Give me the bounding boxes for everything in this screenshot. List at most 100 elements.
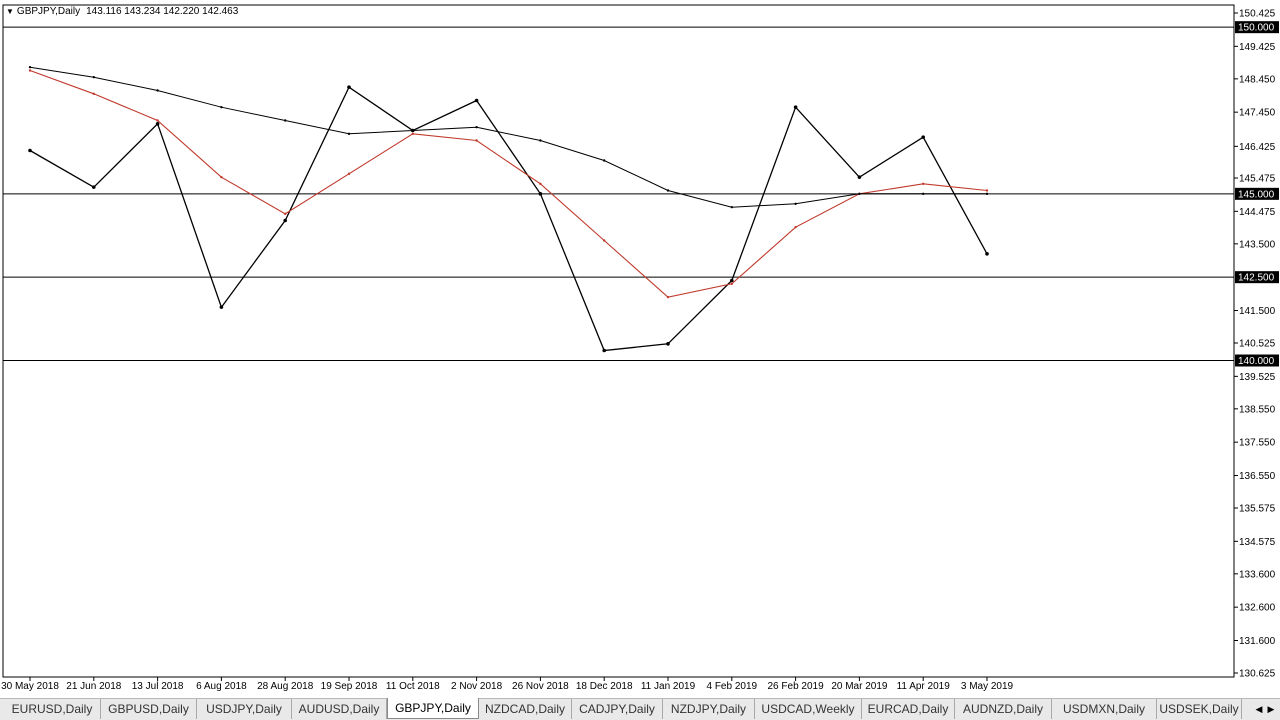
chart-tab[interactable]: NZDJPY,Daily (663, 699, 755, 719)
price-series-point (283, 218, 288, 223)
price-label: 150.425 (1239, 9, 1276, 20)
chart-tab[interactable]: CADJPY,Daily (572, 699, 663, 719)
price-series-point (538, 192, 543, 196)
ma-slow-series-point (666, 189, 670, 192)
ohlc-values: 143.116 143.234 142.220 142.463 (86, 6, 239, 17)
ma-fast-series-point (794, 225, 797, 229)
chart-tab[interactable]: NZDCAD,Daily (479, 699, 572, 719)
time-label: 11 Apr 2019 (897, 681, 951, 692)
price-series-point (92, 185, 96, 189)
time-label: 26 Feb 2019 (768, 681, 825, 692)
ma-fast-series-point (156, 119, 159, 122)
ma-slow-series-point (284, 119, 287, 122)
chart-tab[interactable]: EURCAD,Daily (862, 699, 955, 719)
time-label: 21 Jun 2018 (66, 681, 121, 692)
price-label: 139.525 (1239, 372, 1276, 383)
ma-fast-series-point (730, 282, 733, 286)
price-label: 132.600 (1239, 603, 1276, 614)
ma-slow-series-point (985, 192, 989, 196)
ma-slow-series-point (603, 159, 606, 162)
level-label: 142.500 (1238, 273, 1275, 284)
time-label: 19 Sep 2018 (321, 681, 378, 692)
time-label: 4 Feb 2019 (706, 681, 757, 692)
price-series-point (793, 105, 798, 109)
price-series-point (155, 122, 160, 126)
time-label: 28 Aug 2018 (257, 681, 314, 692)
ma-slow-series (29, 66, 987, 208)
price-label: 134.575 (1239, 537, 1276, 548)
price-label: 144.475 (1239, 207, 1276, 218)
ma-fast-series-point (411, 132, 414, 136)
ma-slow-series-point (347, 132, 351, 136)
price-label: 133.600 (1239, 569, 1276, 580)
price-series-point (28, 148, 32, 153)
price-chart[interactable]: 150.425 149.425 148.450 147.450 146.425 145.4… (0, 0, 1280, 698)
triangle-right-icon[interactable]: ▶ (1264, 699, 1278, 719)
time-label: 18 Dec 2018 (576, 681, 633, 692)
ma-slow-series-point (794, 202, 797, 206)
chart-tab[interactable]: EURUSD,Daily (4, 699, 101, 719)
price-label: 138.550 (1239, 404, 1276, 415)
chart-tab[interactable]: USDSEK,Daily (1157, 699, 1242, 719)
chart-tab[interactable]: USDMXN,Daily (1052, 699, 1157, 719)
level-label: 150.000 (1238, 23, 1275, 34)
chart-tab[interactable]: GBPUSD,Daily (101, 699, 197, 719)
ma-fast-series-point (985, 189, 989, 192)
price-label: 149.425 (1239, 42, 1276, 53)
price-label: 140.525 (1239, 339, 1276, 350)
price-label: 137.550 (1239, 438, 1276, 449)
price-series-point (602, 348, 606, 353)
ma-slow-series-point (411, 129, 414, 132)
time-label: 6 Aug 2018 (196, 681, 247, 692)
price-series-point (474, 98, 479, 103)
price-series-point (347, 85, 351, 89)
triangle-down-icon[interactable]: ▼ (6, 7, 14, 16)
price-label: 143.500 (1239, 239, 1276, 250)
time-label: 11 Jan 2019 (641, 681, 696, 692)
ma-fast-series-point (539, 182, 542, 186)
time-label: 3 May 2019 (961, 681, 1014, 692)
price-series-point (921, 135, 925, 139)
ma-fast-series-point (220, 175, 223, 179)
price-series-point (985, 252, 989, 256)
chart-tab[interactable]: USDJPY,Daily (197, 699, 292, 719)
price-label: 136.550 (1239, 471, 1276, 482)
ma-fast-series-point (666, 295, 670, 299)
ma-fast-series-point (284, 212, 287, 216)
symbol-header: ▼ GBPJPY,Daily 143.116 143.234 142.220 142… (6, 6, 238, 17)
time-label: 2 Nov 2018 (451, 681, 503, 692)
price-series-point (730, 278, 734, 283)
price-label: 147.450 (1239, 108, 1276, 119)
symbol-name: GBPJPY,Daily (16, 6, 81, 17)
time-label: 11 Oct 2018 (386, 681, 440, 692)
price-label: 148.450 (1239, 74, 1276, 85)
level-label: 140.000 (1238, 356, 1275, 367)
time-label: 20 Mar 2019 (831, 681, 888, 692)
ma-slow-series-point (858, 192, 861, 196)
price-label: 141.500 (1239, 306, 1276, 317)
ma-fast-series (29, 69, 988, 298)
price-series (29, 86, 988, 352)
ma-slow-series-point (475, 125, 478, 129)
price-label: 131.600 (1239, 636, 1276, 647)
ma-fast-series-point (28, 69, 32, 72)
ma-slow-series-point (92, 75, 96, 79)
price-series-point (857, 175, 862, 179)
plot-frame (2, 4, 1235, 678)
chart-window[interactable]: 150.425 149.425 148.450 147.450 146.425 145.4… (0, 0, 1280, 698)
ma-slow-series-point (220, 105, 223, 109)
ma-slow-series-point (156, 89, 159, 92)
price-series-point (666, 342, 670, 346)
price-label: 145.475 (1239, 174, 1276, 185)
chart-tab[interactable]: AUDUSD,Daily (292, 699, 387, 719)
chart-tab[interactable]: AUDNZD,Daily (955, 699, 1052, 719)
ma-slow-series-point (28, 65, 32, 69)
chart-tab-bar: EURUSD,Daily GBPUSD,Daily USDJPY,Daily AUDU… (0, 698, 1280, 720)
chart-tab[interactable]: GBPJPY,Daily (387, 698, 479, 719)
time-label: 13 Jul 2018 (132, 681, 184, 692)
price-series-point (219, 305, 224, 309)
chart-tab[interactable]: USDCAD,Weekly (755, 699, 862, 719)
ma-fast-series-point (92, 92, 96, 96)
time-label: 30 May 2018 (1, 681, 59, 692)
ma-fast-series-point (922, 182, 925, 186)
